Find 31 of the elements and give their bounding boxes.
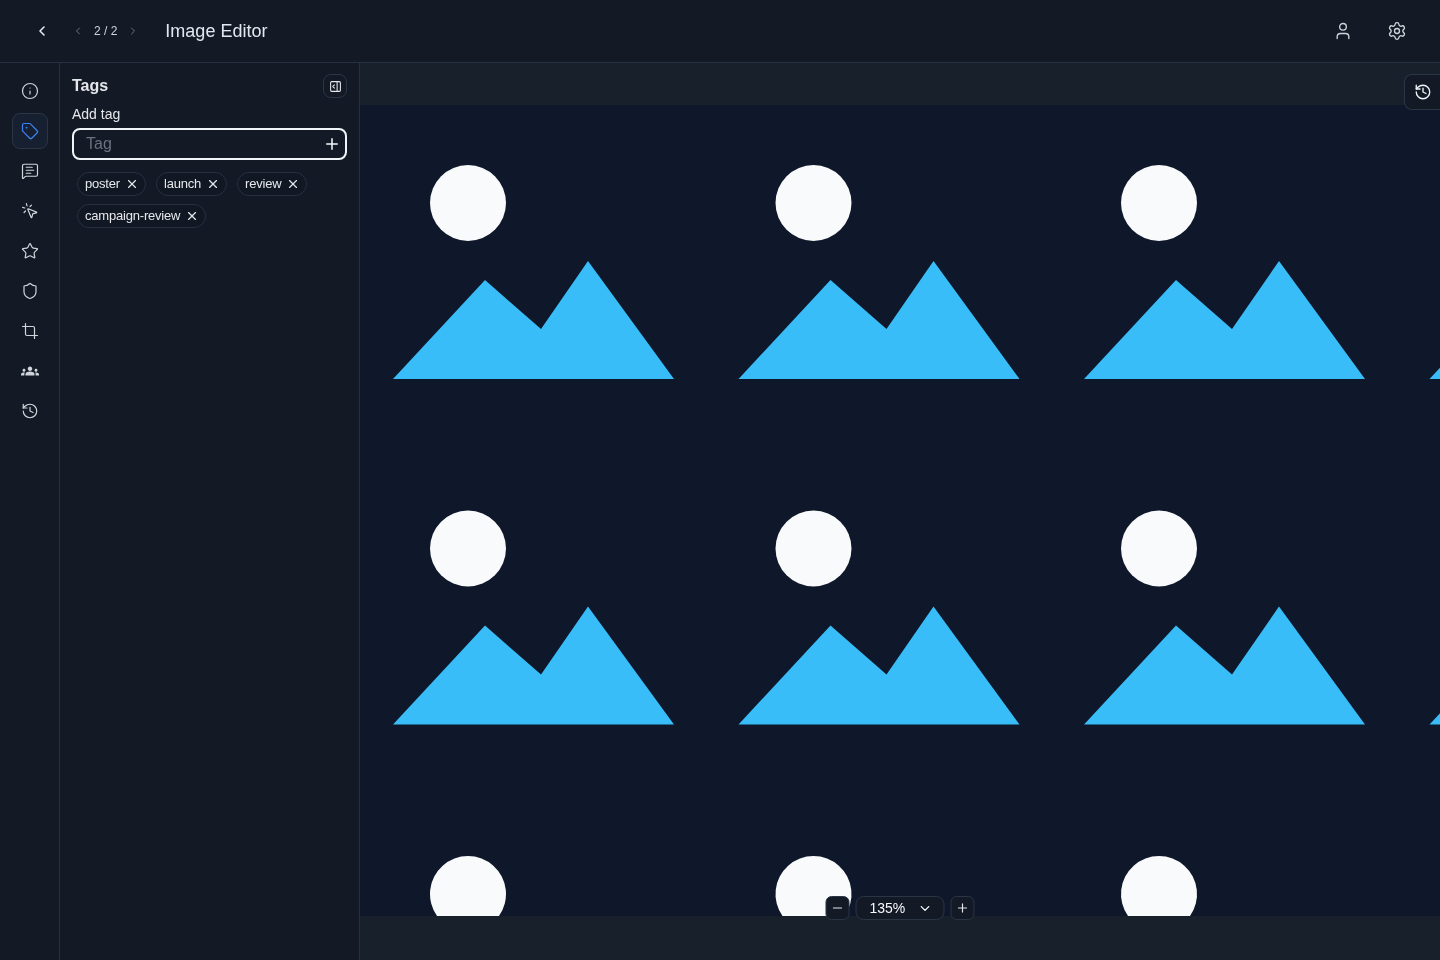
history-icon — [20, 402, 39, 420]
window-title: Image Editor — [165, 19, 268, 43]
star-icon — [20, 242, 39, 260]
history-icon — [1413, 83, 1432, 101]
tag-label: launch — [163, 175, 202, 194]
plus-icon — [955, 901, 970, 915]
cursor-click-icon — [20, 202, 39, 220]
collapse-panel-button[interactable] — [323, 74, 347, 98]
landscape-drawing — [1429, 713, 1440, 725]
tag-label: poster — [85, 175, 120, 194]
settings-icon — [1387, 21, 1407, 41]
settings-button[interactable] — [1387, 21, 1407, 41]
page-counter: 2 / 2 — [94, 23, 118, 40]
add-tag-button[interactable] — [323, 135, 341, 153]
tag-label: review — [245, 175, 282, 194]
crop-icon — [20, 322, 39, 340]
tag-label: campaign-review — [85, 207, 181, 226]
shield-icon — [20, 282, 39, 300]
plus-icon — [323, 135, 341, 153]
zoom-select[interactable]: 135% — [855, 896, 945, 920]
info-icon — [20, 82, 39, 100]
field-label: Add tag — [72, 105, 122, 123]
tag-icon — [20, 122, 39, 140]
panel-title: Tags — [72, 76, 109, 96]
history-button[interactable] — [1404, 74, 1440, 110]
panel-icon — [328, 79, 342, 93]
landscape-drawing — [1429, 367, 1440, 379]
zoom-in-button[interactable] — [950, 896, 975, 920]
zoom-out-button[interactable] — [825, 896, 850, 920]
message-icon — [20, 162, 39, 180]
tag-input-field[interactable]: Tag — [72, 128, 347, 160]
